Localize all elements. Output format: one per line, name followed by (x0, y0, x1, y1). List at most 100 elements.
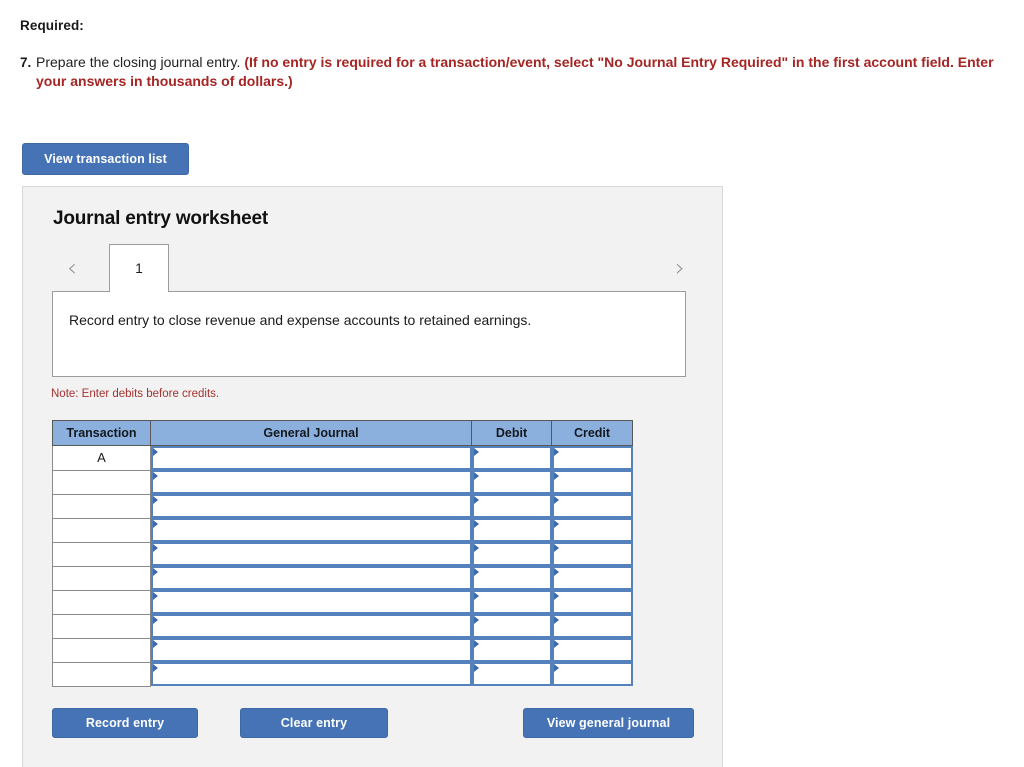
header-credit: Credit (551, 420, 633, 446)
credit-input[interactable] (551, 590, 633, 614)
debit-input[interactable] (471, 518, 552, 542)
clear-entry-button[interactable]: Clear entry (240, 708, 388, 738)
journal-table-body: A (52, 445, 633, 687)
general-journal-cell (150, 542, 472, 566)
question-body: Prepare the closing journal entry. (If n… (36, 53, 1005, 91)
journal-entry-table: Transaction General Journal Debit Credit… (52, 420, 633, 687)
credit-input[interactable] (551, 446, 633, 470)
table-row (52, 613, 633, 639)
general-journal-input[interactable] (151, 662, 472, 686)
record-entry-button[interactable]: Record entry (52, 708, 198, 738)
transaction-cell: A (52, 445, 151, 471)
transaction-cell (52, 661, 151, 687)
worksheet-title: Journal entry worksheet (53, 208, 269, 229)
credit-input[interactable] (551, 614, 633, 638)
credit-cell (551, 470, 633, 494)
general-journal-cell (150, 662, 472, 686)
debit-input[interactable] (471, 494, 552, 518)
debit-input[interactable] (471, 446, 552, 470)
journal-entry-worksheet-card: Journal entry worksheet ‹ 1 › Record ent… (22, 186, 723, 767)
table-header-row: Transaction General Journal Debit Credit (52, 420, 633, 446)
general-journal-input[interactable] (151, 518, 472, 542)
table-row (52, 469, 633, 495)
debit-input[interactable] (471, 470, 552, 494)
debit-input[interactable] (471, 638, 552, 662)
debit-cell (471, 445, 552, 470)
view-general-journal-button[interactable]: View general journal (523, 708, 694, 738)
view-transaction-list-button[interactable]: View transaction list (22, 143, 189, 175)
general-journal-input[interactable] (151, 470, 472, 494)
credit-cell (551, 566, 633, 590)
debit-cell (471, 494, 552, 518)
transaction-cell (52, 493, 151, 519)
debit-input[interactable] (471, 614, 552, 638)
question-number: 7. (20, 55, 32, 70)
general-journal-cell (150, 614, 472, 638)
credit-input[interactable] (551, 518, 633, 542)
table-row (52, 541, 633, 567)
credit-cell (551, 662, 633, 686)
credit-input[interactable] (551, 494, 633, 518)
transaction-cell (52, 541, 151, 567)
general-journal-cell (150, 518, 472, 542)
debit-input[interactable] (471, 590, 552, 614)
transaction-cell (52, 565, 151, 591)
page-root: Required: 7. Prepare the closing journal… (0, 0, 1024, 767)
credit-cell (551, 614, 633, 638)
worksheet-tab-strip: ‹ 1 › (23, 244, 724, 292)
table-row (52, 565, 633, 591)
credit-cell (551, 494, 633, 518)
chevron-right-icon[interactable]: › (667, 254, 693, 280)
general-journal-cell (150, 566, 472, 590)
credit-cell (551, 590, 633, 614)
general-journal-input[interactable] (151, 494, 472, 518)
general-journal-cell (150, 638, 472, 662)
question-block: 7. Prepare the closing journal entry. (I… (20, 53, 1005, 91)
table-row (52, 493, 633, 519)
credit-input[interactable] (551, 542, 633, 566)
debit-cell (471, 662, 552, 686)
debit-cell (471, 566, 552, 590)
credit-input[interactable] (551, 470, 633, 494)
credit-input[interactable] (551, 662, 633, 686)
general-journal-cell (150, 494, 472, 518)
table-row (52, 661, 633, 687)
transaction-cell (52, 589, 151, 615)
general-journal-cell (150, 590, 472, 614)
general-journal-input[interactable] (151, 614, 472, 638)
general-journal-input[interactable] (151, 542, 472, 566)
general-journal-cell (150, 470, 472, 494)
table-row (52, 517, 633, 543)
debit-input[interactable] (471, 542, 552, 566)
question-plain-text: Prepare the closing journal entry. (36, 54, 245, 70)
debit-input[interactable] (471, 566, 552, 590)
worksheet-tab-1[interactable]: 1 (109, 244, 169, 292)
header-transaction: Transaction (52, 420, 151, 446)
debits-before-credits-note: Note: Enter debits before credits. (51, 388, 220, 400)
header-general-journal: General Journal (150, 420, 472, 446)
entry-description-box: Record entry to close revenue and expens… (52, 291, 686, 377)
general-journal-input[interactable] (151, 446, 472, 470)
chevron-left-icon[interactable]: ‹ (59, 254, 85, 280)
debit-cell (471, 542, 552, 566)
debit-cell (471, 590, 552, 614)
general-journal-input[interactable] (151, 638, 472, 662)
debit-cell (471, 518, 552, 542)
credit-input[interactable] (551, 638, 633, 662)
transaction-cell (52, 637, 151, 663)
credit-input[interactable] (551, 566, 633, 590)
general-journal-input[interactable] (151, 566, 472, 590)
credit-cell (551, 542, 633, 566)
debit-cell (471, 470, 552, 494)
debit-input[interactable] (471, 662, 552, 686)
general-journal-cell (150, 445, 472, 470)
debit-cell (471, 638, 552, 662)
debit-cell (471, 614, 552, 638)
header-debit: Debit (471, 420, 552, 446)
transaction-cell (52, 517, 151, 543)
general-journal-input[interactable] (151, 590, 472, 614)
transaction-cell (52, 469, 151, 495)
table-row (52, 589, 633, 615)
credit-cell (551, 638, 633, 662)
entry-description-text: Record entry to close revenue and expens… (69, 312, 532, 328)
